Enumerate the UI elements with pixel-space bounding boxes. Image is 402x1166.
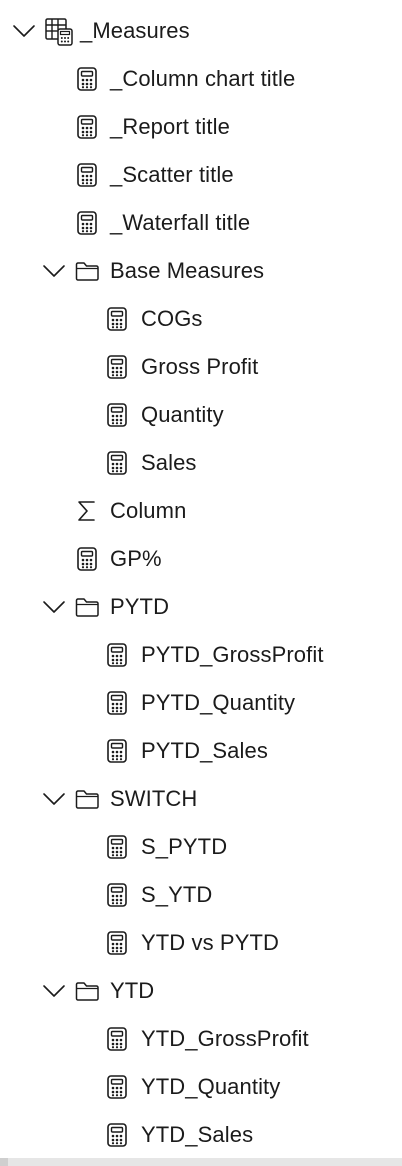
measure-label: YTD_GrossProfit [141, 1026, 309, 1051]
folder-label: Base Measures [110, 258, 265, 283]
measure-label: GP% [110, 546, 162, 571]
folder-label: SWITCH [110, 786, 198, 811]
scrollbar-thumb[interactable] [0, 1158, 8, 1166]
folder-label: YTD [110, 978, 155, 1003]
calculator-icon [74, 210, 100, 236]
measure-item[interactable]: PYTD_GrossProfit [0, 631, 402, 679]
measure-label: S_PYTD [141, 834, 228, 859]
chevron-down-icon[interactable] [42, 261, 66, 281]
sigma-icon [74, 498, 100, 524]
measure-item[interactable]: _Column chart title [0, 55, 402, 103]
measure-item[interactable]: PYTD_Sales [0, 727, 402, 775]
calculator-icon [104, 1026, 130, 1052]
measure-label: COGs [141, 306, 203, 331]
calculator-icon [104, 642, 130, 668]
measure-item[interactable]: Quantity [0, 391, 402, 439]
calculator-icon [104, 1122, 130, 1148]
measure-label: _Scatter title [110, 162, 234, 187]
calculator-icon [104, 450, 130, 476]
measure-label: YTD_Sales [141, 1122, 254, 1147]
measure-label: S_YTD [141, 882, 213, 907]
table-calculator-icon [44, 16, 74, 46]
measure-label: _Column chart title [110, 66, 296, 91]
measure-item[interactable]: S_PYTD [0, 823, 402, 871]
folder-base-measures[interactable]: Base Measures [0, 247, 402, 295]
measure-label: YTD_Quantity [141, 1074, 281, 1099]
calculator-icon [104, 354, 130, 380]
measure-label: PYTD_Quantity [141, 690, 296, 715]
measure-item[interactable]: Sales [0, 439, 402, 487]
measure-label: _Report title [110, 114, 230, 139]
measure-label: Sales [141, 450, 197, 475]
folder-icon [74, 594, 100, 620]
measure-label: YTD vs PYTD [141, 930, 279, 955]
measure-label: Quantity [141, 402, 224, 427]
calculator-icon [104, 738, 130, 764]
measure-label: Gross Profit [141, 354, 259, 379]
table-measures[interactable]: _Measures [0, 7, 402, 55]
measure-item[interactable]: _Report title [0, 103, 402, 151]
measure-item[interactable]: _Scatter title [0, 151, 402, 199]
folder-ytd[interactable]: YTD [0, 967, 402, 1015]
measure-label: PYTD_Sales [141, 738, 268, 763]
folder-icon [74, 258, 100, 284]
folder-icon [74, 978, 100, 1004]
calculator-icon [74, 162, 100, 188]
chevron-down-icon[interactable] [42, 981, 66, 1001]
measure-item[interactable]: GP% [0, 535, 402, 583]
calculator-icon [104, 834, 130, 860]
chevron-down-icon[interactable] [42, 789, 66, 809]
chevron-down-icon[interactable] [12, 21, 36, 41]
folder-pytd[interactable]: PYTD [0, 583, 402, 631]
calculator-icon [104, 402, 130, 428]
folder-label: PYTD [110, 594, 170, 619]
calculator-icon [104, 930, 130, 956]
measure-item[interactable]: YTD vs PYTD [0, 919, 402, 967]
column-label: Column [110, 498, 187, 523]
column-field[interactable]: Column [0, 487, 402, 535]
calculator-icon [104, 882, 130, 908]
measure-item[interactable]: PYTD_Quantity [0, 679, 402, 727]
measure-label: PYTD_GrossProfit [141, 642, 324, 667]
horizontal-scrollbar[interactable] [0, 1158, 402, 1166]
folder-icon [74, 786, 100, 812]
measure-item[interactable]: _Waterfall title [0, 199, 402, 247]
calculator-icon [74, 546, 100, 572]
chevron-down-icon[interactable] [42, 597, 66, 617]
measure-item[interactable]: S_YTD [0, 871, 402, 919]
table-measures-label: _Measures [80, 18, 190, 43]
calculator-icon [104, 690, 130, 716]
calculator-icon [74, 114, 100, 140]
folder-switch[interactable]: SWITCH [0, 775, 402, 823]
calculator-icon [104, 306, 130, 332]
measure-item[interactable]: YTD_Quantity [0, 1063, 402, 1111]
fields-tree: _Measures _Column chart title _Report ti… [0, 0, 402, 1158]
measure-item[interactable]: Gross Profit [0, 343, 402, 391]
measure-item[interactable]: YTD_GrossProfit [0, 1015, 402, 1063]
measure-label: _Waterfall title [110, 210, 251, 235]
calculator-icon [74, 66, 100, 92]
calculator-icon [104, 1074, 130, 1100]
measure-item[interactable]: YTD_Sales [0, 1111, 402, 1159]
measure-item[interactable]: COGs [0, 295, 402, 343]
